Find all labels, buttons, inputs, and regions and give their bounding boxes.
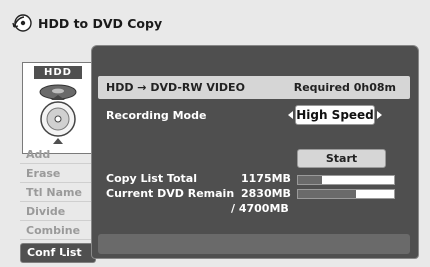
- hdd-disc-icon: [39, 84, 77, 137]
- dvd-capacity-total: / 4700MB: [231, 202, 289, 215]
- current-dvd-remain-bar-fill: [298, 190, 356, 198]
- sidebar-menu: Add Erase Ttl Name Divide Combine Conf L…: [20, 147, 96, 265]
- mode-next-arrow-icon[interactable]: [377, 111, 382, 119]
- source-destination-label: HDD → DVD-RW VIDEO: [106, 81, 245, 94]
- window-title: HDD to DVD Copy: [38, 15, 163, 31]
- scroll-up-arrow-icon[interactable]: [53, 138, 63, 144]
- title-bar: HDD to DVD Copy: [12, 12, 162, 34]
- copy-list-total-label: Copy List Total: [106, 172, 197, 185]
- mode-prev-arrow-icon[interactable]: [288, 111, 293, 119]
- sidebar: HDD Add Erase Ttl Name Divide Combine Co…: [20, 55, 96, 265]
- current-dvd-remain-label: Current DVD Remain: [106, 187, 235, 200]
- hdd-label: HDD: [34, 66, 82, 79]
- status-bar: [98, 234, 410, 254]
- main-panel: HDD → DVD-RW VIDEO Required 0h08m Record…: [91, 45, 419, 259]
- sidebar-item-divide[interactable]: Divide: [20, 204, 96, 221]
- disc-copy-icon: [12, 14, 32, 32]
- current-dvd-remain-value: 2830MB: [241, 187, 291, 200]
- copy-list-total-bar-fill: [298, 176, 322, 184]
- required-time-label: Required 0h08m: [293, 81, 396, 94]
- sidebar-item-combine[interactable]: Combine: [20, 223, 96, 240]
- recording-mode-selector[interactable]: High Speed: [288, 105, 382, 125]
- copy-list-total-value: 1175MB: [241, 172, 291, 185]
- copy-list-total-bar: [297, 175, 395, 185]
- current-dvd-remain-bar: [297, 189, 395, 199]
- start-button[interactable]: Start: [297, 149, 386, 168]
- hdd-to-dvd-copy-screen: HDD to DVD Copy HDD Add Erase Ttl Name D…: [0, 0, 430, 267]
- recording-mode-value[interactable]: High Speed: [295, 105, 375, 125]
- sidebar-item-add[interactable]: Add: [20, 147, 96, 164]
- sidebar-item-erase[interactable]: Erase: [20, 166, 96, 183]
- scroll-down-arrow-icon[interactable]: [53, 255, 63, 261]
- recording-mode-label: Recording Mode: [106, 109, 207, 122]
- copy-header-row: HDD → DVD-RW VIDEO Required 0h08m: [98, 76, 410, 99]
- sidebar-item-ttl-name[interactable]: Ttl Name: [20, 185, 96, 202]
